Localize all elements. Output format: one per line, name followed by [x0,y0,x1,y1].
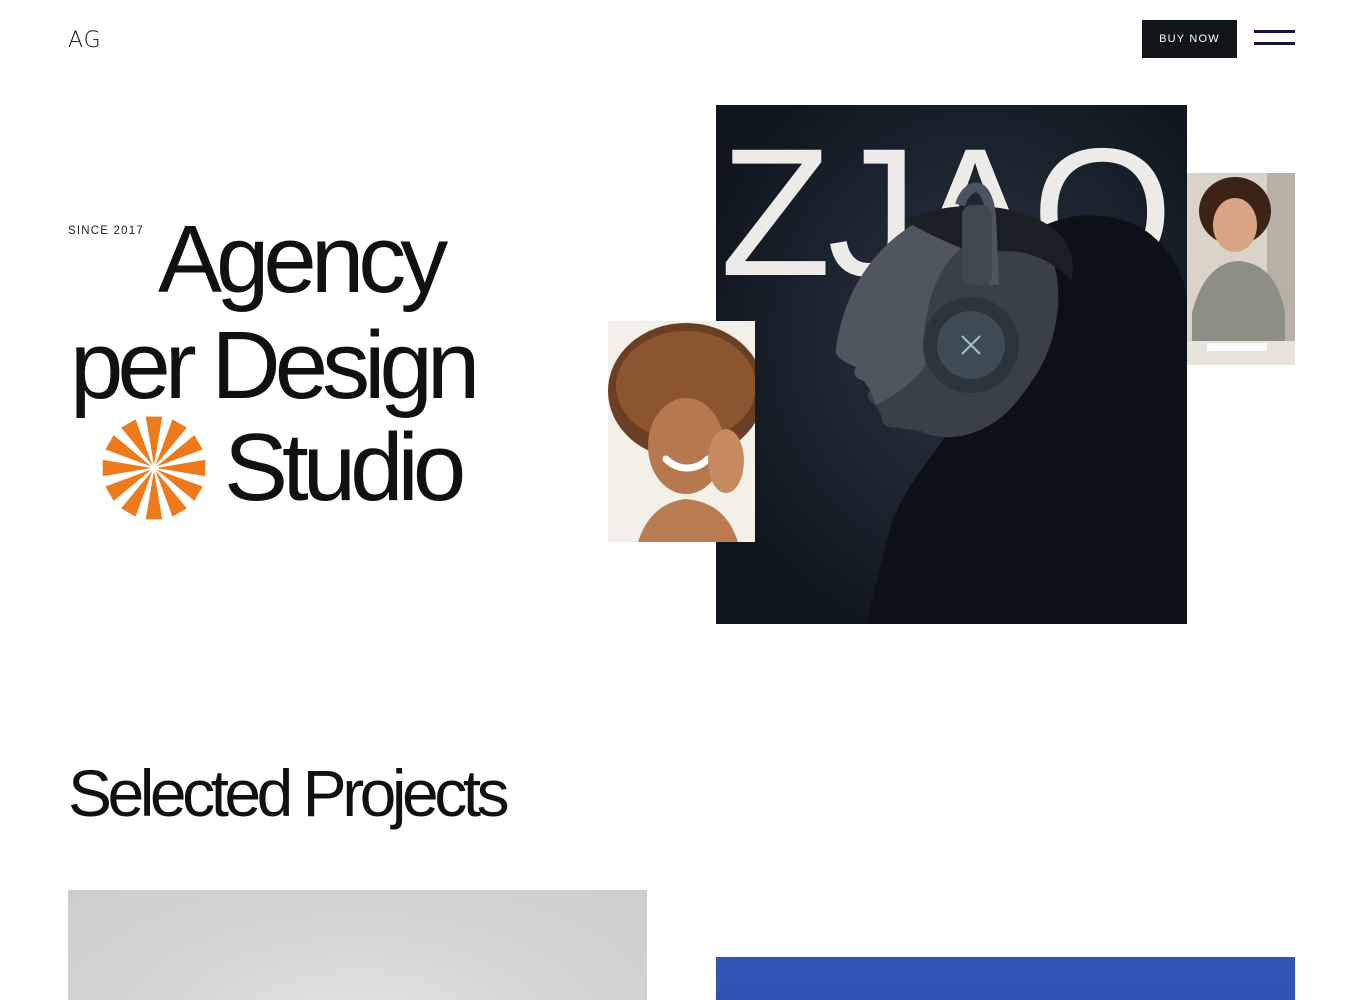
brand-logo[interactable]: AG [68,28,102,53]
hero-main-photo: ZJAO [716,105,1187,624]
woman-reading-image [1187,173,1295,365]
menu-line [1254,42,1295,45]
headphones-man-image: ZJAO [716,105,1187,624]
since-label: SINCE 2017 [68,225,144,237]
buy-now-button[interactable]: BUY NOW [1142,20,1237,58]
menu-line [1254,30,1295,33]
headline-line-1: Agency [158,206,448,313]
smiling-woman-photo [608,321,755,542]
woman-reading-photo [1187,173,1295,365]
hamburger-menu-icon[interactable] [1254,30,1295,46]
orange-starburst-icon [102,416,206,520]
headline-line-2: per Design [70,312,480,419]
smiling-woman-image [608,321,755,542]
selected-projects-title: Selected Projects [68,756,510,830]
headline-line-3: Studio [224,414,466,521]
project-card-2[interactable] [716,957,1295,1000]
project-card-1[interactable] [68,890,647,1000]
